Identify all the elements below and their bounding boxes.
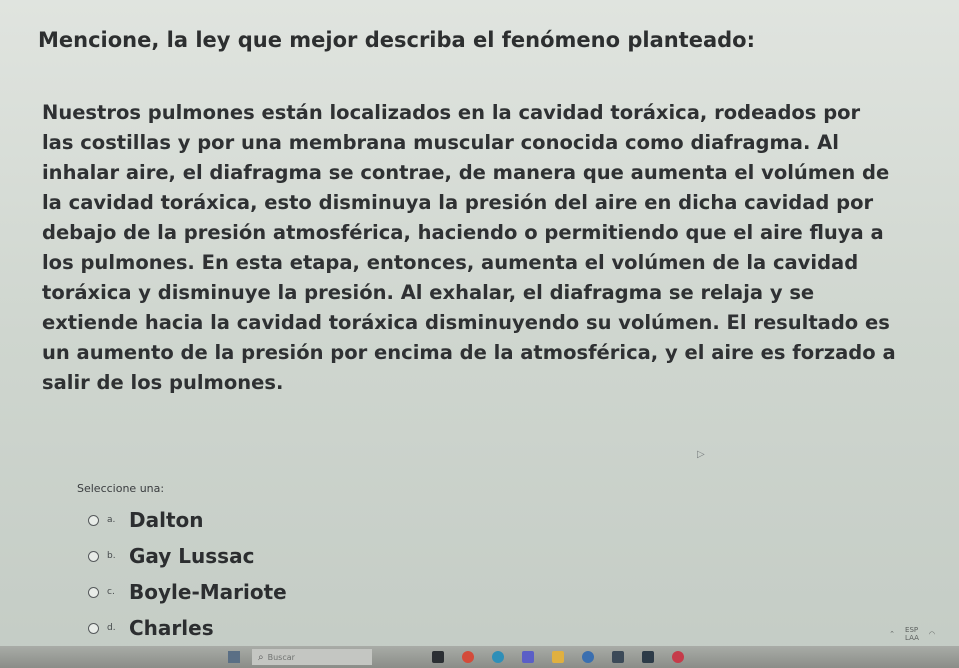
radio-button[interactable]: [88, 514, 99, 526]
option-label[interactable]: Gay Lussac: [129, 544, 254, 568]
wifi-icon[interactable]: ◠: [929, 630, 935, 638]
keyboard-layout: LAA: [905, 634, 919, 642]
option-b[interactable]: b. Gay Lussac: [88, 538, 488, 574]
passage-line: Nuestros pulmones están localizados en l…: [42, 101, 861, 124]
passage-line: los pulmones. En esta etapa, entonces, a…: [42, 251, 859, 274]
edge-icon[interactable]: [492, 651, 504, 663]
language-code: ESP: [905, 626, 919, 634]
search-placeholder: Buscar: [267, 652, 295, 662]
option-label[interactable]: Boyle-Mariote: [129, 580, 287, 604]
passage-line: la cavidad toráxica, esto disminuya la p…: [42, 191, 874, 214]
answer-options: a. Dalton b. Gay Lussac c. Boyle-Mariote…: [88, 502, 488, 646]
option-letter: a.: [107, 515, 116, 525]
chrome-icon[interactable]: [462, 651, 474, 663]
quiz-panel: Mencione, la ley que mejor describa el f…: [0, 0, 959, 640]
app-icon-2[interactable]: [642, 651, 654, 663]
mouse-cursor-icon: ▷: [697, 449, 705, 460]
paint-icon[interactable]: [672, 651, 684, 663]
select-one-label: Seleccione una:: [77, 482, 165, 495]
pinned-apps: [432, 651, 684, 663]
option-letter: d.: [107, 623, 116, 633]
passage-line: toráxica y disminuye la presión. Al exha…: [42, 281, 815, 304]
option-a[interactable]: a. Dalton: [88, 502, 488, 538]
store-icon[interactable]: [582, 651, 594, 663]
option-label[interactable]: Dalton: [129, 508, 204, 532]
question-title: Mencione, la ley que mejor describa el f…: [38, 28, 755, 52]
passage-line: las costillas y por una membrana muscula…: [42, 131, 839, 154]
file-explorer-icon[interactable]: [432, 651, 444, 663]
chevron-up-icon[interactable]: ⌃: [889, 630, 895, 638]
option-letter: c.: [107, 587, 115, 597]
radio-button[interactable]: [88, 622, 99, 634]
windows-start-icon[interactable]: [228, 651, 240, 663]
language-indicator[interactable]: ESP LAA: [905, 626, 919, 642]
screen: Mencione, la ley que mejor describa el f…: [0, 0, 959, 668]
passage-line: un aumento de la presión por encima de l…: [42, 341, 896, 364]
option-c[interactable]: c. Boyle-Mariote: [88, 574, 488, 610]
search-icon: ⌕: [258, 651, 264, 663]
passage-line: salir de los pulmones.: [42, 371, 284, 394]
option-label[interactable]: Charles: [129, 616, 214, 640]
option-d[interactable]: d. Charles: [88, 610, 488, 646]
app-icon[interactable]: [612, 651, 624, 663]
passage-line: inhalar aire, el diafragma se contrae, d…: [42, 161, 890, 184]
folder-icon[interactable]: [552, 651, 564, 663]
radio-button[interactable]: [88, 586, 99, 598]
option-letter: b.: [107, 551, 116, 561]
question-passage: Nuestros pulmones están localizados en l…: [42, 98, 942, 398]
taskbar-search-box[interactable]: ⌕ Buscar: [252, 649, 372, 665]
passage-line: extiende hacia la cavidad toráxica dismi…: [42, 311, 890, 334]
system-tray: ⌃ ESP LAA ◠: [889, 626, 935, 642]
passage-line: debajo de la presión atmosférica, hacien…: [42, 221, 884, 244]
radio-button[interactable]: [88, 550, 99, 562]
taskbar: ⌕ Buscar: [0, 646, 959, 668]
teams-icon[interactable]: [522, 651, 534, 663]
